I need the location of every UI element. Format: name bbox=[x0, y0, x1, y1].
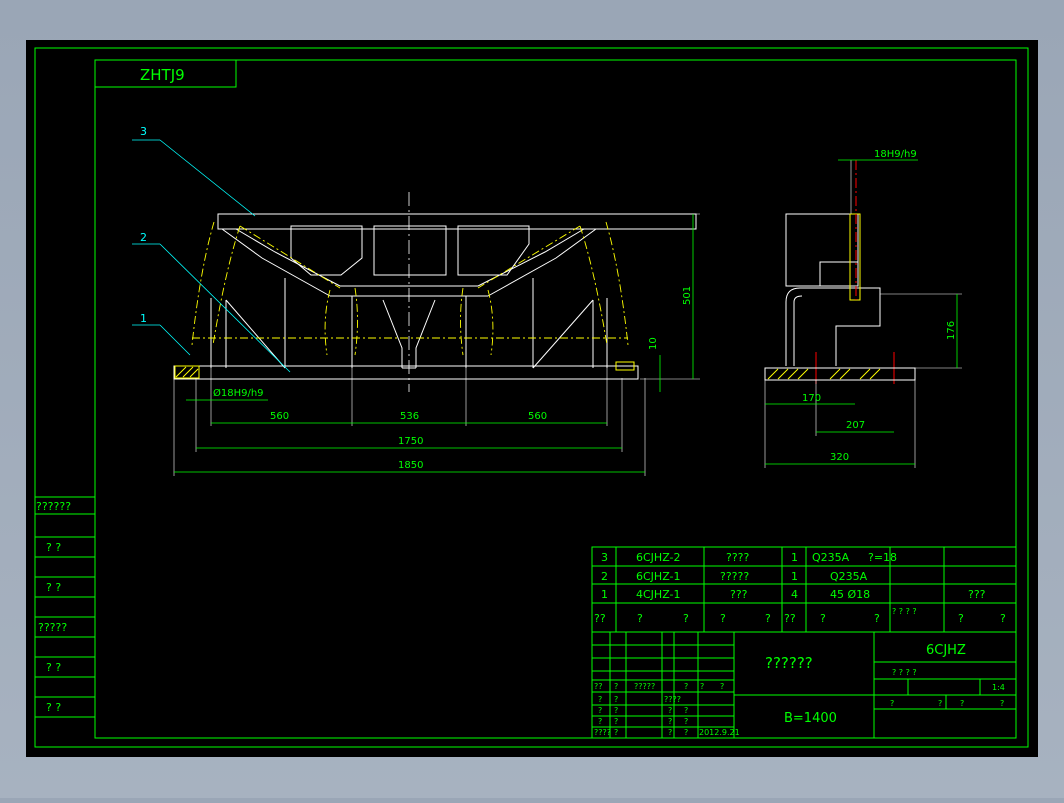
dim-560-left: 560 bbox=[270, 411, 289, 422]
bom-1-mat: Q235A bbox=[830, 570, 868, 583]
sign-0-1: ? bbox=[614, 682, 618, 691]
bom-0-mat: Q235A bbox=[812, 551, 850, 564]
cad-drawing: ZHTJ9 ?????? ? ? ? ? ????? ? ? ? ? 560 5… bbox=[26, 40, 1038, 757]
dim-207: 207 bbox=[846, 420, 865, 431]
bom-1-no: 2 bbox=[601, 570, 608, 583]
bom-0-note: ?=18 bbox=[868, 551, 897, 564]
bom-1-qty: 1 bbox=[791, 570, 798, 583]
left-label-4: ? ? bbox=[46, 661, 61, 674]
bom-1-code: 6CJHZ-1 bbox=[636, 570, 681, 583]
bom-1-name: ????? bbox=[720, 570, 749, 583]
bom-h-8: ? ? ? ? bbox=[892, 607, 917, 616]
drawing-code: ZHTJ9 bbox=[140, 66, 185, 84]
bom-h-10: ? bbox=[1000, 612, 1006, 625]
bom-2-mat: 45 Ø18 bbox=[830, 588, 870, 601]
sheet-0: ? bbox=[890, 699, 894, 708]
sign-0-3: ? bbox=[684, 682, 688, 691]
bom-0-no: 3 bbox=[601, 551, 608, 564]
bom-h-9: ? bbox=[958, 612, 964, 625]
cad-viewport: ZHTJ9 ?????? ? ? ? ? ????? ? ? ? ? 560 5… bbox=[0, 0, 1064, 798]
left-label-2: ? ? bbox=[46, 581, 61, 594]
balloon-1: 1 bbox=[140, 312, 147, 325]
left-label-5: ? ? bbox=[46, 701, 61, 714]
bom-h-2: ? bbox=[683, 612, 689, 625]
sign-1-0: ? bbox=[598, 695, 602, 704]
bom-2-code: 4CJHZ-1 bbox=[636, 588, 681, 601]
sign-1-2: ???? bbox=[664, 695, 681, 704]
spec: B=1400 bbox=[784, 711, 837, 726]
bom-0-qty: 1 bbox=[791, 551, 798, 564]
balloon-2: 2 bbox=[140, 231, 147, 244]
fit-side: 18H9/h9 bbox=[874, 149, 917, 160]
sign-3-1: ? bbox=[614, 717, 618, 726]
bom-2-no: 1 bbox=[601, 588, 608, 601]
balloon-3: 3 bbox=[140, 125, 147, 138]
dim-320: 320 bbox=[830, 452, 849, 463]
bom-h-5: ?? bbox=[784, 612, 796, 625]
sign-2-0: ? bbox=[598, 706, 602, 715]
bom-h-3: ? bbox=[720, 612, 726, 625]
bom-h-0: ?? bbox=[594, 612, 606, 625]
bom-h-1: ? bbox=[637, 612, 643, 625]
dim-176: 176 bbox=[946, 321, 957, 340]
sign-0-0: ?? bbox=[594, 682, 603, 691]
dim-1750: 1750 bbox=[398, 436, 423, 447]
bom-2-note: ??? bbox=[968, 588, 986, 601]
dim-501: 501 bbox=[682, 286, 693, 305]
drawing-no: 6CJHZ bbox=[926, 643, 966, 658]
sign-4-1: ? bbox=[614, 728, 618, 737]
dim-1850: 1850 bbox=[398, 460, 423, 471]
scale-row: ? ? ? ? bbox=[892, 668, 917, 677]
sign-3-0: ? bbox=[598, 717, 602, 726]
bom-h-6: ? bbox=[820, 612, 826, 625]
sign-4-0: ???? bbox=[594, 728, 611, 737]
drawing-background bbox=[26, 40, 1038, 757]
sign-3-2: ? bbox=[668, 717, 672, 726]
dim-170: 170 bbox=[802, 393, 821, 404]
bom-0-name: ???? bbox=[726, 551, 750, 564]
bom-2-qty: 4 bbox=[791, 588, 798, 601]
sign-2-3: ? bbox=[684, 706, 688, 715]
sign-2-1: ? bbox=[614, 706, 618, 715]
sign-3-3: ? bbox=[684, 717, 688, 726]
left-label-3: ????? bbox=[38, 621, 67, 634]
dim-10: 10 bbox=[648, 337, 659, 350]
dim-560-right: 560 bbox=[528, 411, 547, 422]
sheet-3: ? bbox=[1000, 699, 1004, 708]
bom-h-4: ? bbox=[765, 612, 771, 625]
bom-h-7: ? bbox=[874, 612, 880, 625]
bom-2-name: ??? bbox=[730, 588, 748, 601]
drawing-name: ?????? bbox=[765, 654, 813, 672]
sheet-1: ? bbox=[938, 699, 942, 708]
sheet-2: ? bbox=[960, 699, 964, 708]
left-label-1: ? ? bbox=[46, 541, 61, 554]
bom-0-code: 6CJHZ-2 bbox=[636, 551, 681, 564]
sign-4-3: ? bbox=[684, 728, 688, 737]
left-label-0: ?????? bbox=[36, 500, 71, 513]
sign-2-2: ? bbox=[668, 706, 672, 715]
sign-4-2: ? bbox=[668, 728, 672, 737]
sign-4-date: 2012.9.21 bbox=[699, 728, 740, 737]
sign-0-5: ? bbox=[720, 682, 724, 691]
sign-0-2: ????? bbox=[634, 682, 655, 691]
fit-front: Ø18H9/h9 bbox=[213, 387, 264, 399]
sign-0-4: ? bbox=[700, 682, 704, 691]
sign-1-1: ? bbox=[614, 695, 618, 704]
dim-536: 536 bbox=[400, 411, 419, 422]
scale: 1:4 bbox=[992, 683, 1005, 692]
